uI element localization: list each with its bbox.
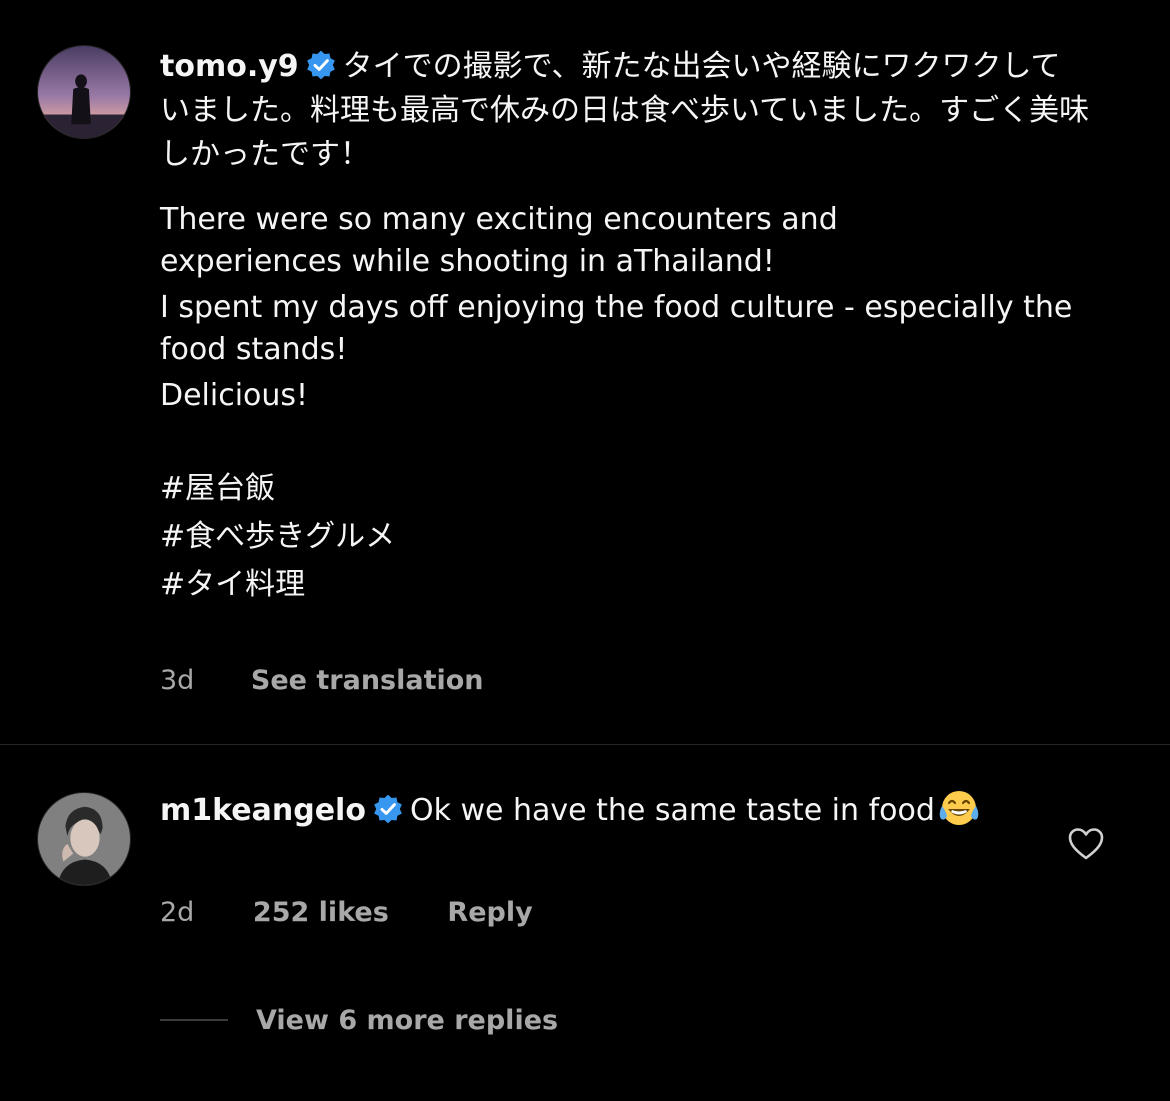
- reply-timestamp: 2d: [160, 897, 195, 928]
- view-more-replies-button[interactable]: View 6 more replies: [160, 1000, 558, 1040]
- hashtag-list: #屋台飯 #食べ歩きグルメ #タイ料理: [160, 465, 1135, 609]
- comment-jp-line-2: いました。料理も最高で休みの日は食べ歩いていました。すごく美味: [160, 93, 1090, 128]
- comment-english-text: There were so many exciting encounters a…: [160, 199, 1135, 417]
- avatar-image: [38, 793, 130, 885]
- reply-meta: 2d 252 likes Reply: [160, 897, 533, 928]
- verified-badge-icon: [372, 793, 404, 825]
- reply-avatar[interactable]: [37, 792, 131, 886]
- comment-meta: 3d See translation: [160, 665, 484, 696]
- see-translation-button[interactable]: See translation: [251, 665, 484, 696]
- reply-body: m1keangelo Ok we have the same taste in f…: [160, 788, 1020, 832]
- tears-of-joy-emoji-icon: [937, 788, 981, 828]
- hashtag-link[interactable]: #タイ料理: [160, 561, 1135, 609]
- like-heart-icon[interactable]: [1067, 827, 1105, 861]
- avatar-image: [38, 46, 130, 138]
- hashtag-link[interactable]: #屋台飯: [160, 465, 1135, 513]
- reply-text: Ok we have the same taste in food: [409, 793, 935, 828]
- reply-likes-count[interactable]: 252 likes: [253, 897, 389, 928]
- comment-avatar[interactable]: [37, 45, 131, 139]
- comment-timestamp: 3d: [160, 665, 195, 696]
- reply-username[interactable]: m1keangelo: [160, 793, 366, 828]
- view-more-replies-label: View 6 more replies: [256, 1004, 559, 1036]
- reply-button[interactable]: Reply: [447, 897, 532, 928]
- comment-en-paragraph: There were so many exciting encounters a…: [160, 202, 838, 279]
- comment-jp-text: タイでの撮影で、新たな出会いや経験にワクワクして: [342, 49, 1061, 84]
- comment-body: tomo.y9 タイでの撮影で、新たな出会いや経験にワクワクして いました。料理も…: [160, 45, 1135, 609]
- comment-jp-line-1: tomo.y9 タイでの撮影で、新たな出会いや経験にワクワクして: [160, 45, 1135, 89]
- comment-divider: [0, 744, 1170, 745]
- comment-en-paragraph: Delicious!: [160, 378, 309, 413]
- verified-badge-icon: [305, 49, 337, 81]
- comment-jp-line-3: しかったです！: [160, 137, 370, 172]
- thread-line: [160, 1019, 228, 1021]
- comment-username[interactable]: tomo.y9: [160, 49, 299, 84]
- comment-en-paragraph: I spent my days off enjoying the food cu…: [160, 290, 1073, 367]
- hashtag-link[interactable]: #食べ歩きグルメ: [160, 513, 1135, 561]
